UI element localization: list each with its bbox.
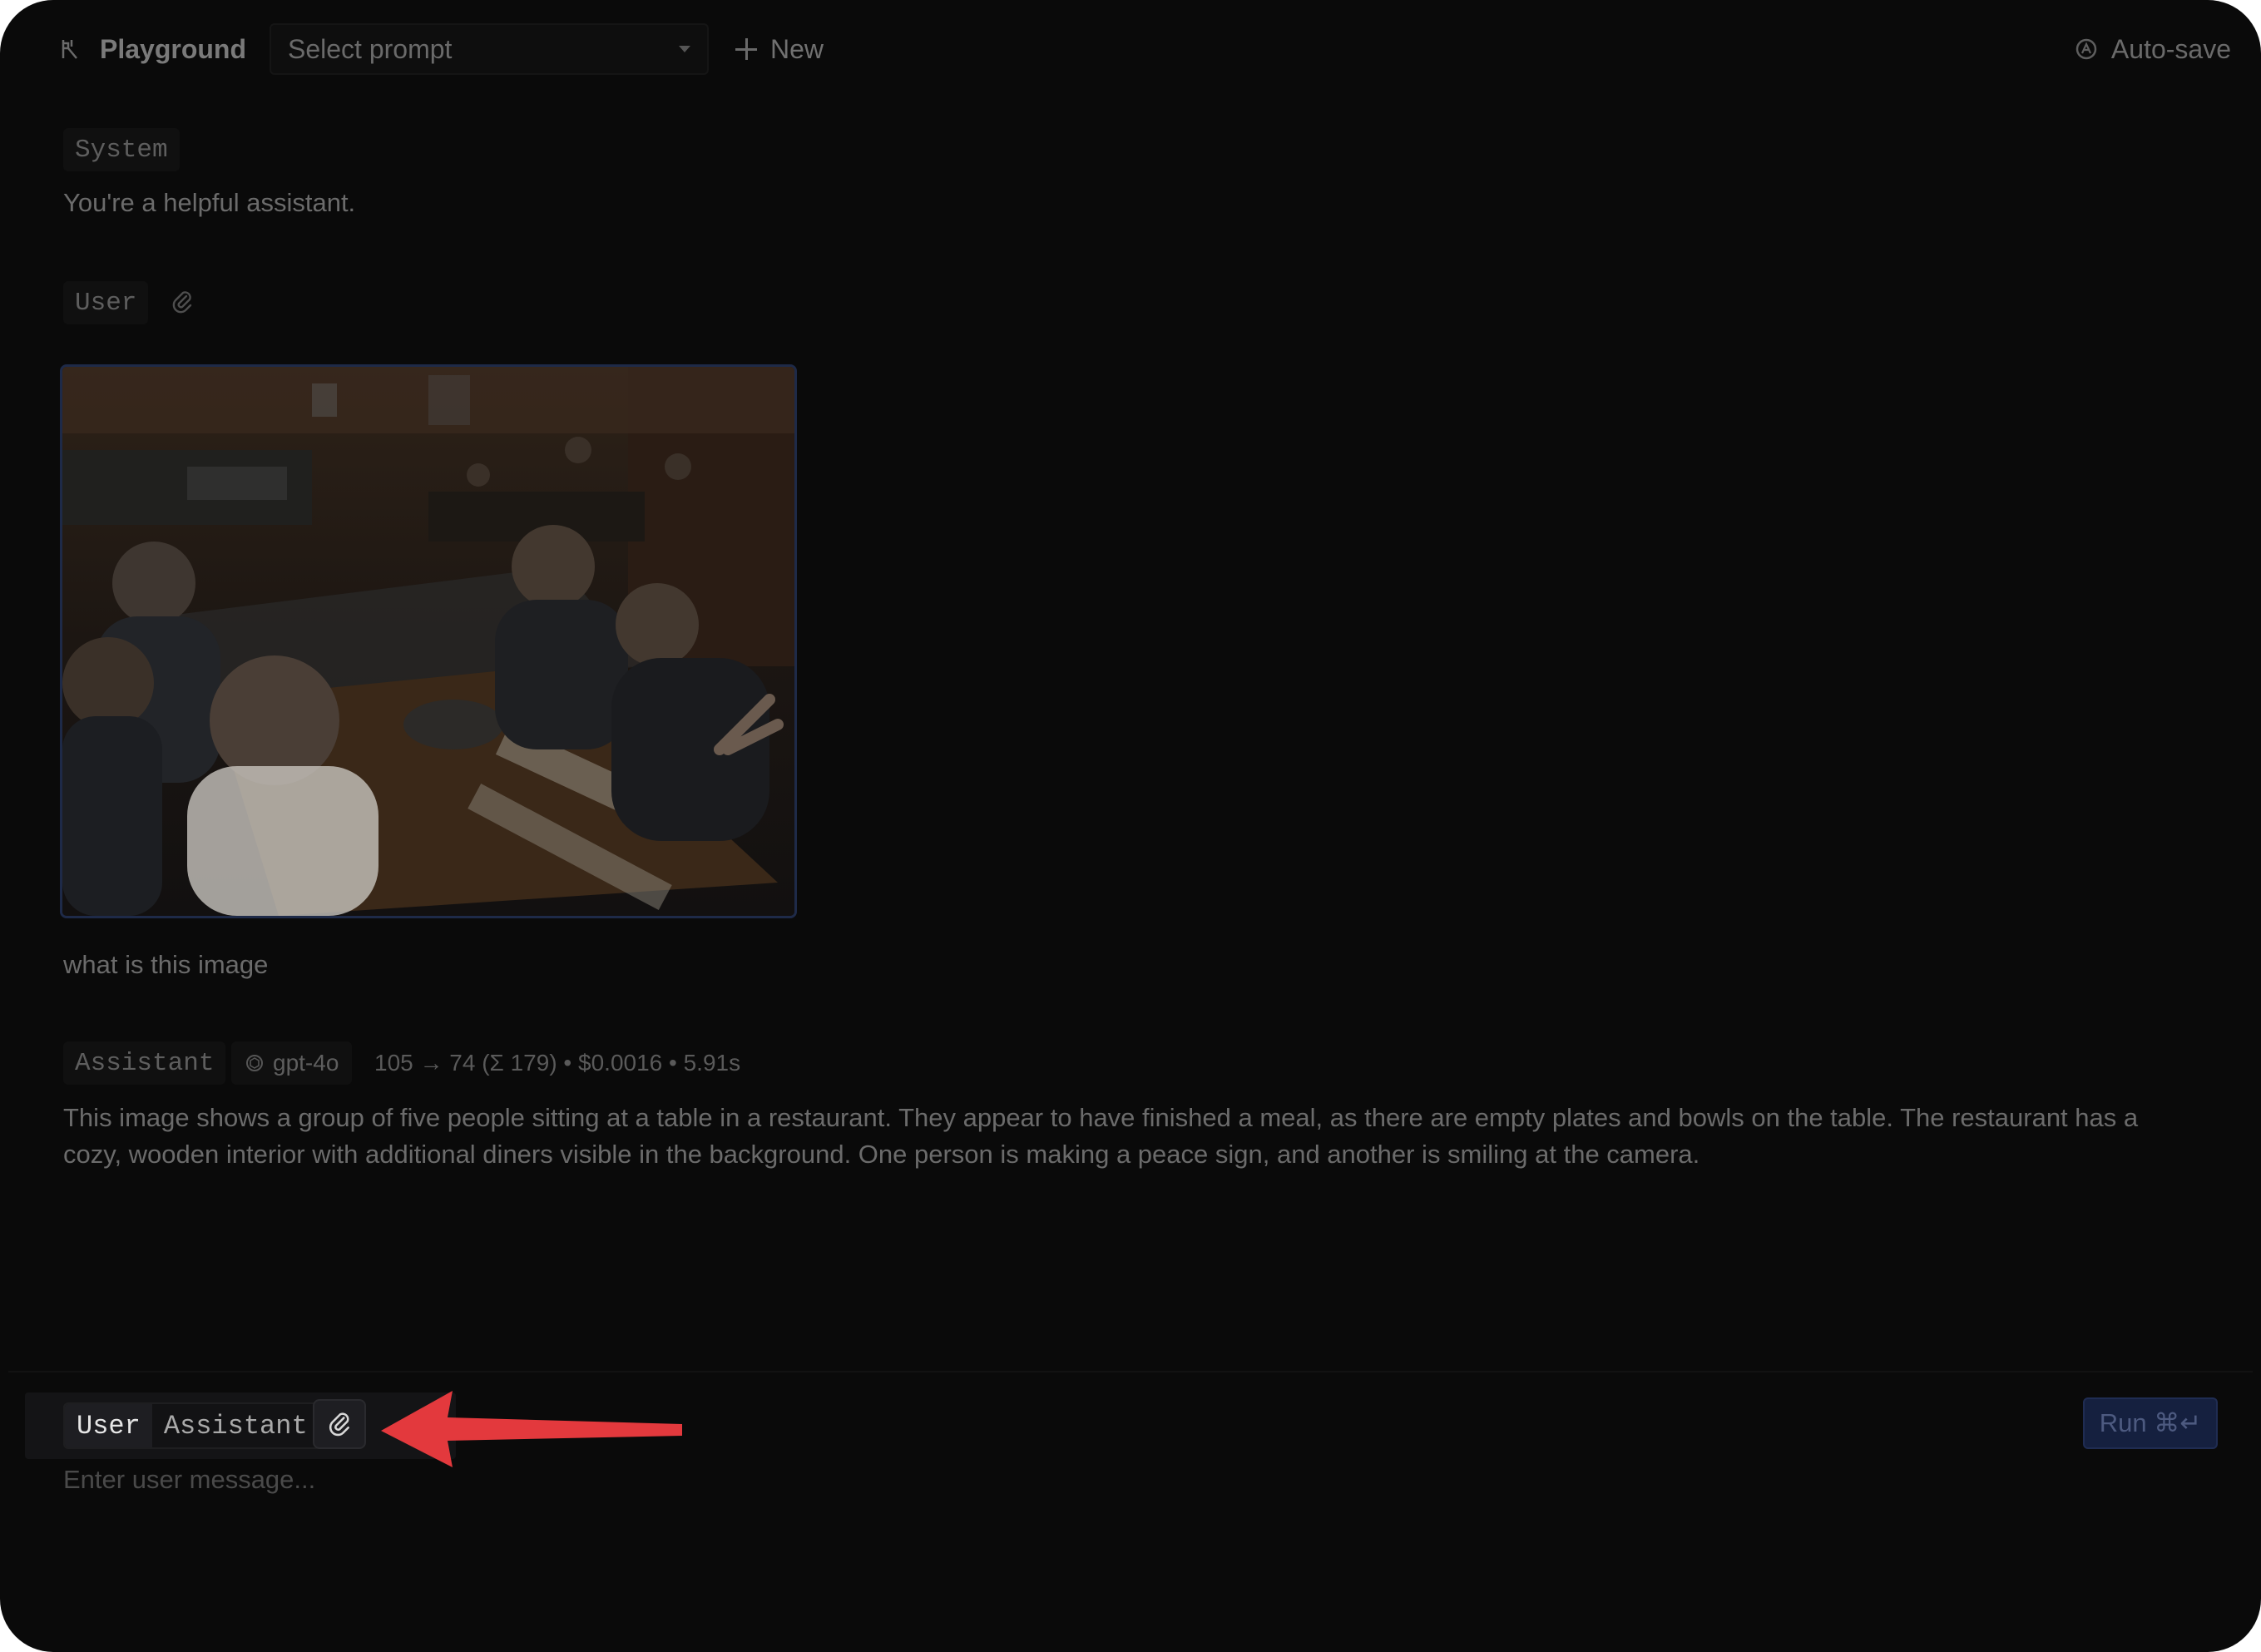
role-chip-assistant[interactable]: Assistant — [63, 1041, 226, 1085]
model-name: gpt-4o — [273, 1050, 339, 1076]
app-title: Playground — [100, 33, 247, 64]
system-message-text[interactable]: You're a helpful assistant. — [63, 185, 355, 221]
role-chip-system[interactable]: System — [63, 128, 180, 171]
composer-divider — [8, 1371, 2253, 1373]
user-message-text[interactable]: what is this image — [63, 947, 268, 983]
run-button[interactable]: Run ⌘↵ — [2083, 1397, 2218, 1449]
prompt-select-value: Select prompt — [288, 33, 453, 64]
new-label: New — [770, 33, 824, 64]
autosave-toggle[interactable]: Auto-save — [2075, 30, 2231, 68]
assistant-message-line-1[interactable]: This image shows a group of five people … — [63, 1100, 2226, 1136]
role-option-assistant[interactable]: Assistant — [151, 1404, 319, 1447]
attach-file-button[interactable] — [313, 1399, 366, 1449]
role-option-user[interactable]: User — [65, 1404, 152, 1447]
role-toggle[interactable]: User Assistant — [63, 1402, 321, 1449]
annotation-arrow-icon — [381, 1391, 682, 1467]
model-chip[interactable]: gpt-4o — [231, 1041, 353, 1085]
paperclip-icon — [329, 1412, 349, 1437]
new-button[interactable]: New — [735, 27, 824, 72]
openai-icon — [246, 1055, 263, 1071]
playground-icon — [62, 40, 77, 59]
usage-stats: 105 → 74 (Σ 179) • $0.0016 • 5.91s — [374, 1050, 741, 1076]
plus-icon — [735, 38, 757, 60]
playground-window: Playground Select prompt New Auto-save S… — [0, 0, 2261, 1652]
restaurant-photo — [62, 367, 794, 916]
assistant-message-line-2[interactable]: cozy, wooden interior with additional di… — [63, 1136, 2226, 1173]
role-chip-user[interactable]: User — [63, 281, 149, 324]
caret-down-icon — [679, 46, 690, 52]
paperclip-icon[interactable] — [171, 289, 193, 314]
top-bar: Playground Select prompt New Auto-save — [0, 0, 2261, 100]
attached-image[interactable] — [60, 364, 797, 918]
autosave-label: Auto-save — [2110, 33, 2231, 64]
autosave-icon — [2075, 38, 2097, 60]
brand[interactable]: Playground — [60, 30, 246, 68]
prompt-select[interactable]: Select prompt — [270, 23, 709, 75]
